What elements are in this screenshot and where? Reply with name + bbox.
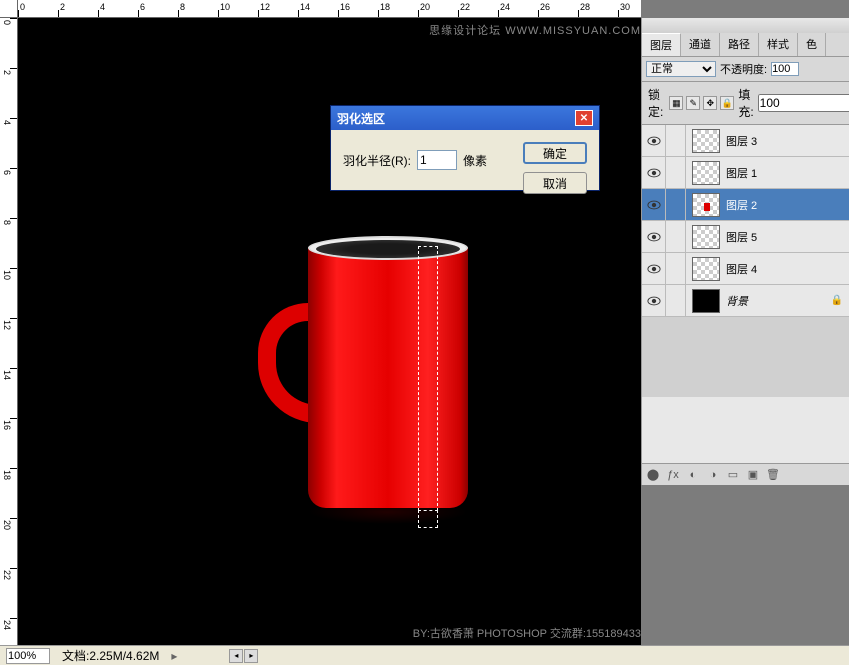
layer-row[interactable]: 图层 2 [642, 189, 849, 221]
layer-thumbnail [692, 289, 720, 313]
layer-link-area[interactable] [666, 157, 686, 188]
blend-mode-select[interactable]: 正常 [646, 61, 716, 77]
fill-input[interactable] [758, 94, 849, 112]
panel-footer: ⬤ ƒx ◐ ◑ ▭ ▣ 🗑 [642, 463, 849, 485]
new-layer-icon[interactable]: ▣ [746, 468, 760, 482]
lock-move-icon[interactable]: ✥ [703, 96, 717, 110]
layer-name-label[interactable]: 图层 4 [726, 261, 757, 277]
layer-thumbnail [692, 161, 720, 185]
cancel-button[interactable]: 取消 [523, 172, 587, 194]
watermark-bottom: BY:古欲香萧 PHOTOSHOP 交流群:155189433 [413, 625, 641, 641]
layer-name-label[interactable]: 图层 3 [726, 133, 757, 149]
layer-thumbnail [692, 257, 720, 281]
lock-paint-icon[interactable]: ✎ [686, 96, 700, 110]
tab-styles[interactable]: 样式 [759, 33, 798, 56]
ruler-horizontal: 024681012141618202224262830 [18, 0, 641, 18]
fill-label: 填充: [738, 86, 753, 120]
visibility-eye-icon[interactable] [642, 189, 666, 220]
feather-dialog: 羽化选区 ✕ 羽化半径(R): 像素 确定 取消 [330, 105, 600, 191]
adjustment-icon[interactable]: ◑ [706, 468, 720, 482]
tab-paths[interactable]: 路径 [720, 33, 759, 56]
lock-label: 锁定: [648, 86, 663, 120]
layer-link-area[interactable] [666, 125, 686, 156]
doc-size-label: 文档:2.25M/4.62M [62, 647, 159, 664]
trash-icon[interactable]: 🗑 [766, 468, 780, 482]
layer-link-area[interactable] [666, 189, 686, 220]
fx-icon[interactable]: ƒx [666, 468, 680, 482]
watermark-top: 思缘设计论坛 WWW.MISSYUAN.COM [429, 22, 641, 38]
tab-color[interactable]: 色 [798, 33, 826, 56]
layer-row[interactable]: 图层 4 [642, 253, 849, 285]
opacity-input[interactable] [771, 62, 799, 76]
tab-channels[interactable]: 通道 [681, 33, 720, 56]
scroll-right-icon[interactable]: ▸ [244, 649, 258, 663]
layer-name-label[interactable]: 图层 1 [726, 165, 757, 181]
selection-marquee-bottom [418, 510, 438, 528]
status-bar: 文档:2.25M/4.62M ▸ ◂ ▸ [0, 645, 849, 665]
lock-icon: 🔒 [831, 295, 843, 306]
layer-row[interactable]: 图层 5 [642, 221, 849, 253]
mask-icon[interactable]: ◐ [686, 468, 700, 482]
layer-row[interactable]: 背景 🔒 [642, 285, 849, 317]
opacity-label: 不透明度: [720, 61, 767, 77]
layer-thumbnail [692, 129, 720, 153]
panel-tabs: 图层 通道 路径 样式 色 [642, 33, 849, 57]
visibility-eye-icon[interactable] [642, 125, 666, 156]
visibility-eye-icon[interactable] [642, 221, 666, 252]
ruler-vertical: 024681012141618202224 [0, 18, 18, 645]
layer-row[interactable]: 图层 1 [642, 157, 849, 189]
zoom-input[interactable] [6, 648, 50, 664]
feather-unit-label: 像素 [463, 152, 487, 169]
layer-row[interactable]: 图层 3 [642, 125, 849, 157]
ruler-corner [0, 0, 18, 18]
visibility-eye-icon[interactable] [642, 157, 666, 188]
feather-radius-label: 羽化半径(R): [343, 152, 411, 169]
layer-name-label[interactable]: 图层 5 [726, 229, 757, 245]
close-icon[interactable]: ✕ [575, 110, 593, 126]
tab-layers[interactable]: 图层 [642, 33, 681, 56]
dialog-titlebar[interactable]: 羽化选区 ✕ [331, 106, 599, 130]
scroll-left-icon[interactable]: ◂ [229, 649, 243, 663]
feather-radius-input[interactable] [417, 150, 457, 170]
layer-name-label[interactable]: 图层 2 [726, 197, 757, 213]
layer-thumbnail [692, 193, 720, 217]
visibility-eye-icon[interactable] [642, 253, 666, 284]
panel-drag-bar[interactable] [642, 18, 849, 33]
visibility-eye-icon[interactable] [642, 285, 666, 316]
lock-transparent-icon[interactable]: ▦ [669, 96, 683, 110]
layer-name-label[interactable]: 背景 [726, 293, 748, 309]
layer-link-area[interactable] [666, 221, 686, 252]
layer-thumbnail [692, 225, 720, 249]
ok-button[interactable]: 确定 [523, 142, 587, 164]
layers-list: 图层 3 图层 1 图层 2 图层 5 图层 4 背景 🔒 [642, 125, 849, 463]
empty-area [641, 485, 849, 645]
link-icon[interactable]: ⬤ [646, 468, 660, 482]
layers-panel: 图层 通道 路径 样式 色 正常 不透明度: 锁定: ▦ ✎ ✥ 🔒 填充: 图… [641, 18, 849, 485]
selection-marquee [418, 246, 438, 511]
layer-link-area[interactable] [666, 285, 686, 316]
layer-link-area[interactable] [666, 253, 686, 284]
folder-icon[interactable]: ▭ [726, 468, 740, 482]
lock-all-icon[interactable]: 🔒 [720, 96, 734, 110]
dialog-title-text: 羽化选区 [337, 110, 385, 127]
